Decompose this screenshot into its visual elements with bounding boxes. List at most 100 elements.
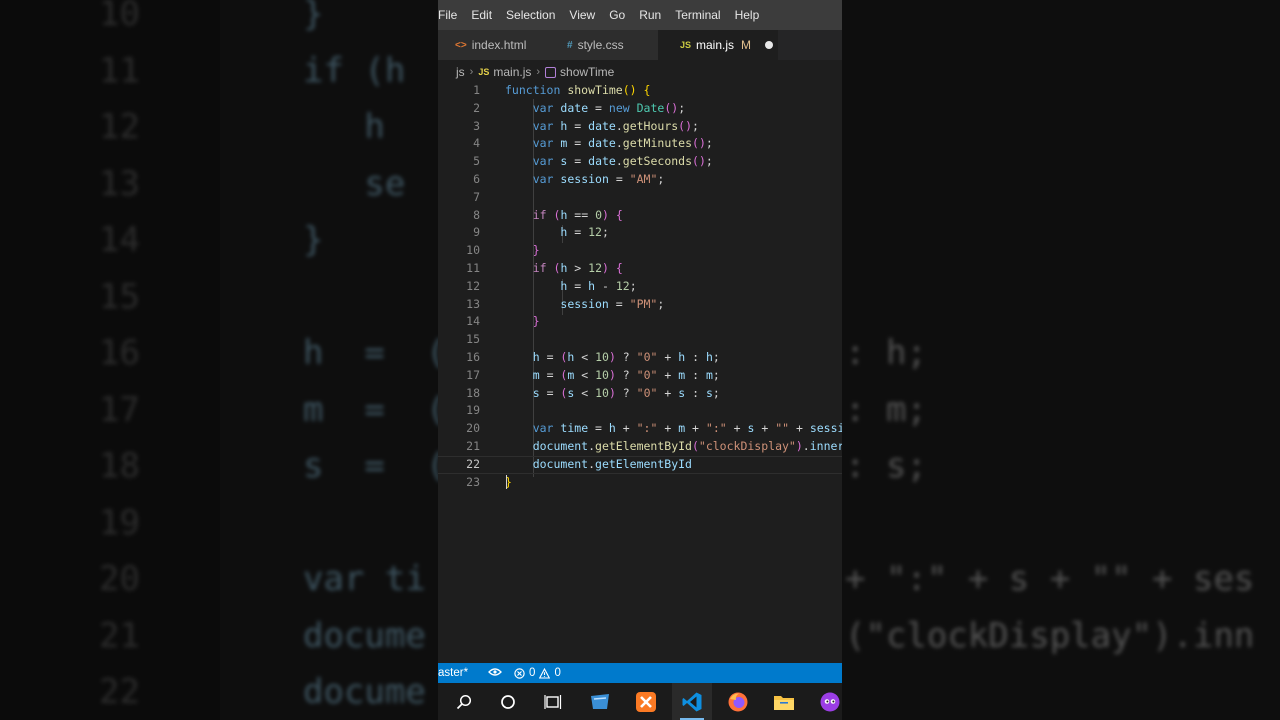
line-text: document.getElementById("clockDisplay").…: [532, 439, 842, 453]
code-editor[interactable]: 1 function showTime() {2 var date = new D…: [438, 81, 842, 501]
problems-indicator[interactable]: 0 0: [514, 667, 561, 679]
line-text: var m = date.getMinutes();: [532, 136, 713, 151]
code-line[interactable]: 6 var session = "AM";: [438, 170, 842, 188]
menu-bar: File Edit Selection View Go Run Terminal…: [438, 0, 842, 30]
code-line[interactable]: 23}: [438, 473, 842, 491]
line-number: 13: [466, 296, 480, 311]
line-text: document.getElementById: [532, 456, 692, 471]
code-line[interactable]: 9 h = 12;: [438, 223, 842, 241]
line-number: 20: [466, 421, 480, 436]
menu-view[interactable]: View: [569, 8, 603, 22]
line-number: 4: [473, 136, 480, 151]
line-text: h = h - 12;: [560, 278, 637, 293]
code-line[interactable]: 10 }: [438, 241, 842, 259]
html-file-icon: <>: [455, 39, 467, 51]
line-text: var time = h + ":" + m + ":" + s + "" + …: [532, 421, 842, 436]
menu-edit[interactable]: Edit: [471, 8, 500, 22]
app-purple-icon[interactable]: [810, 683, 842, 720]
line-number: 5: [473, 154, 480, 169]
line-number: 8: [473, 207, 480, 222]
line-text: if (h == 0) {: [532, 207, 623, 222]
tab-main-js[interactable]: JS main.js M: [658, 30, 778, 60]
git-branch[interactable]: aster*: [438, 667, 468, 679]
code-line[interactable]: 1 function showTime() {: [438, 81, 842, 99]
code-line[interactable]: 20 var time = h + ":" + m + ":" + s + ""…: [438, 419, 842, 437]
xampp-icon[interactable]: [626, 683, 666, 720]
vscode-window: File Edit Selection View Go Run Terminal…: [438, 0, 842, 720]
task-view-icon[interactable]: [533, 683, 573, 720]
code-line[interactable]: 8 if (h == 0) {: [438, 206, 842, 224]
unsaved-dot-icon[interactable]: [765, 41, 774, 49]
search-icon[interactable]: [444, 683, 484, 720]
js-file-icon: JS: [478, 67, 490, 77]
breadcrumb-folder[interactable]: js: [456, 65, 465, 79]
chevron-right-icon: ›: [469, 66, 474, 78]
code-line[interactable]: 12 h = h - 12;: [438, 277, 842, 295]
menu-selection[interactable]: Selection: [506, 8, 563, 22]
code-line[interactable]: 15: [438, 330, 842, 348]
breadcrumb-symbol[interactable]: showTime: [560, 65, 614, 79]
js-file-icon: JS: [680, 40, 692, 50]
code-line[interactable]: 14 }: [438, 312, 842, 330]
status-bar: aster* 0 0: [438, 663, 842, 683]
text-cursor: [506, 474, 507, 489]
code-line[interactable]: 22 document.getElementById: [438, 455, 842, 473]
line-number: 14: [466, 314, 480, 329]
line-text: var h = date.getHours();: [532, 118, 699, 133]
line-text: session = "PM";: [560, 296, 665, 311]
line-number: 21: [466, 439, 480, 453]
code-line[interactable]: 19: [438, 401, 842, 419]
tab-bar-empty: [778, 30, 842, 60]
code-line[interactable]: 18 s = (s < 10) ? "0" + s : s;: [438, 384, 842, 402]
menu-run[interactable]: Run: [639, 8, 669, 22]
code-line[interactable]: 16 h = (h < 10) ? "0" + h : h;: [438, 348, 842, 366]
menu-help[interactable]: Help: [735, 8, 768, 22]
line-text: var s = date.getSeconds();: [532, 154, 713, 169]
tab-style-css[interactable]: # style.css: [548, 30, 658, 60]
line-number: 11: [466, 261, 480, 275]
line-number: 15: [466, 332, 480, 347]
line-number: 19: [466, 403, 480, 418]
line-number: 12: [466, 278, 480, 293]
code-line[interactable]: 7: [438, 188, 842, 206]
code-line[interactable]: 5 var s = date.getSeconds();: [438, 152, 842, 170]
editor-tabs: <> index.html # style.css JS main.js M: [438, 30, 842, 60]
error-count: 0: [529, 667, 536, 679]
code-line[interactable]: 17 m = (m < 10) ? "0" + m : m;: [438, 366, 842, 384]
line-text: var date = new Date();: [532, 100, 686, 115]
line-number: 3: [473, 118, 480, 133]
menu-file[interactable]: File: [438, 8, 465, 22]
cortana-icon[interactable]: [488, 683, 528, 720]
line-number: 9: [473, 225, 480, 240]
breadcrumb: js › JS main.js › showTime: [438, 62, 842, 82]
tab-label: index.html: [471, 38, 527, 52]
line-number: 17: [466, 367, 480, 382]
function-symbol-icon: [545, 66, 557, 78]
error-icon: [514, 667, 525, 679]
line-text: }: [532, 243, 540, 258]
code-line[interactable]: 2 var date = new Date();: [438, 99, 842, 117]
code-line[interactable]: 21 document.getElementById("clockDisplay…: [438, 437, 842, 455]
tab-label: main.js: [696, 38, 735, 52]
code-line[interactable]: 4 var m = date.getMinutes();: [438, 134, 842, 152]
line-number: 7: [473, 189, 480, 204]
sync-icon[interactable]: [488, 666, 502, 680]
chevron-right-icon: ›: [536, 66, 541, 78]
app-icon[interactable]: [580, 683, 620, 720]
line-text: h = 12;: [560, 225, 609, 240]
breadcrumb-file[interactable]: main.js: [493, 65, 531, 79]
warning-icon: [539, 667, 551, 679]
line-text: if (h > 12) {: [532, 261, 623, 275]
menu-go[interactable]: Go: [609, 8, 633, 22]
line-number: 10: [466, 243, 480, 258]
tab-index-html[interactable]: <> index.html: [438, 30, 548, 60]
line-text: m = (m < 10) ? "0" + m : m;: [532, 367, 720, 382]
code-line[interactable]: 13 session = "PM";: [438, 295, 842, 313]
code-line[interactable]: 3 var h = date.getHours();: [438, 117, 842, 135]
code-line[interactable]: 11 if (h > 12) {: [438, 259, 842, 277]
file-explorer-icon[interactable]: [764, 683, 804, 720]
line-number: 1: [473, 83, 480, 97]
vscode-icon[interactable]: [672, 683, 712, 720]
menu-terminal[interactable]: Terminal: [675, 8, 728, 22]
firefox-icon[interactable]: [718, 683, 758, 720]
